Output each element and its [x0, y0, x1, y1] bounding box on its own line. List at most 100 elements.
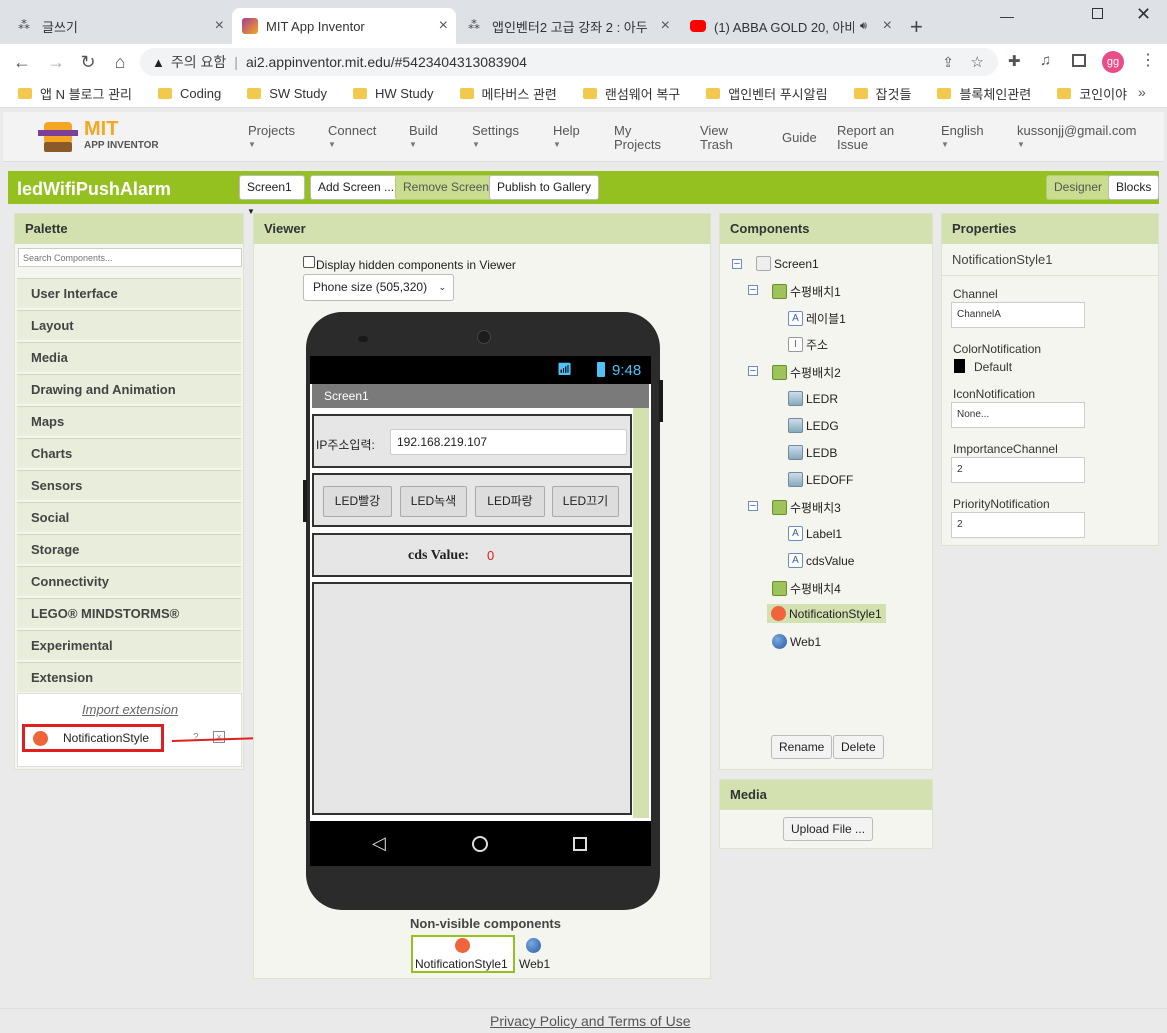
home-button[interactable]: ⌂: [108, 50, 132, 74]
priority-notification-input[interactable]: 2: [951, 512, 1085, 538]
close-icon[interactable]: ×: [661, 17, 670, 35]
tree-node[interactable]: LEDB: [788, 445, 837, 460]
maximize-button[interactable]: [1092, 8, 1103, 19]
tree-node[interactable]: A 레이블1: [788, 310, 846, 327]
tree-node[interactable]: 수평배치2: [772, 364, 841, 381]
led-green-button[interactable]: LED녹색: [400, 486, 467, 517]
bookmark-folder[interactable]: 잡것들: [853, 84, 911, 103]
ip-address-input[interactable]: 192.168.219.107: [390, 429, 627, 455]
color-notification-value[interactable]: Default: [974, 360, 1012, 374]
menu-connect[interactable]: Connect ▼: [328, 124, 376, 152]
search-components-input[interactable]: [18, 248, 242, 267]
menu-account[interactable]: kussonjj@gmail.com ▼: [1017, 124, 1136, 152]
led-off-button[interactable]: LED끄기: [552, 486, 619, 517]
upload-file-button[interactable]: Upload File ...: [783, 817, 874, 841]
delete-button[interactable]: Delete: [833, 735, 884, 759]
bookmark-folder[interactable]: 랜섬웨어 복구: [582, 84, 680, 103]
publish-button[interactable]: Publish to Gallery: [489, 175, 600, 200]
collapse-icon[interactable]: −: [748, 285, 758, 296]
bookmark-folder[interactable]: HW Study: [352, 86, 434, 101]
hidden-components-checkbox[interactable]: [303, 256, 315, 268]
menu-help[interactable]: Help ▼: [553, 124, 580, 152]
bookmark-folder[interactable]: 블록체인관련: [937, 84, 1031, 103]
horizontal-arrangement-3[interactable]: [312, 533, 632, 577]
close-icon[interactable]: ×: [883, 17, 892, 35]
tree-node[interactable]: LEDOFF: [788, 472, 853, 487]
blocks-button[interactable]: Blocks: [1108, 175, 1160, 200]
reload-button[interactable]: ↻: [76, 50, 100, 74]
bookmarks-overflow-icon[interactable]: »: [1138, 84, 1146, 100]
forward-button[interactable]: →: [44, 50, 68, 74]
tab-blog[interactable]: ⁂ 글쓰기 ×: [8, 8, 232, 44]
scrollbar[interactable]: [633, 408, 649, 818]
bookmark-folder[interactable]: 메타버스 관련: [459, 84, 557, 103]
sidebar-icon[interactable]: [1072, 54, 1086, 67]
collapse-icon[interactable]: −: [748, 501, 758, 512]
palette-category[interactable]: Drawing and Animation: [17, 374, 241, 404]
bookmark-folder[interactable]: 앱 N 블로그 관리: [18, 84, 132, 103]
nonvisible-label[interactable]: Web1: [519, 957, 550, 971]
palette-category[interactable]: Maps: [17, 406, 241, 436]
rename-button[interactable]: Rename: [771, 735, 833, 759]
web-icon[interactable]: [526, 938, 541, 953]
media-control-icon[interactable]: ♫: [1040, 52, 1051, 69]
speaker-icon[interactable]: 🔊︎: [860, 20, 867, 33]
menu-guide[interactable]: Guide: [782, 131, 817, 145]
palette-category[interactable]: Social: [17, 502, 241, 532]
tab-app-inventor[interactable]: MIT App Inventor ×: [232, 8, 456, 44]
import-extension-link[interactable]: Import extension: [82, 702, 178, 717]
tree-node[interactable]: LEDG: [788, 418, 839, 433]
menu-build[interactable]: Build ▼: [409, 124, 438, 152]
channel-input[interactable]: ChannelA: [951, 302, 1085, 328]
led-blue-button[interactable]: LED파랑: [475, 486, 545, 517]
notificationstyle-extension-item[interactable]: NotificationStyle: [22, 724, 164, 752]
menu-settings[interactable]: Settings ▼: [472, 124, 519, 152]
bookmark-folder[interactable]: SW Study: [247, 86, 327, 101]
tree-node[interactable]: 수평배치4: [772, 580, 841, 597]
importance-channel-input[interactable]: 2: [951, 457, 1085, 483]
add-screen-button[interactable]: Add Screen ...: [310, 175, 403, 200]
new-tab-button[interactable]: +: [910, 14, 923, 40]
home-nav-icon[interactable]: [472, 836, 488, 852]
palette-category[interactable]: Experimental: [17, 630, 241, 660]
close-icon[interactable]: ×: [215, 17, 224, 35]
tree-node[interactable]: A Label1: [788, 526, 842, 541]
avatar[interactable]: gg: [1102, 51, 1124, 73]
horizontal-arrangement-4[interactable]: [312, 582, 632, 815]
icon-notification-input[interactable]: None...: [951, 402, 1085, 428]
led-red-button[interactable]: LED빨강: [323, 486, 392, 517]
bookmark-folder[interactable]: 코인이야: [1057, 84, 1127, 103]
collapse-icon[interactable]: −: [748, 366, 758, 377]
collapse-icon[interactable]: −: [732, 259, 742, 270]
screen-select-button[interactable]: Screen1 ▼: [239, 175, 305, 216]
back-button[interactable]: ←: [10, 50, 34, 74]
close-icon[interactable]: ×: [439, 17, 448, 35]
star-icon[interactable]: ☆: [971, 53, 984, 71]
remove-screen-button[interactable]: Remove Screen: [395, 175, 498, 200]
designer-button[interactable]: Designer: [1046, 175, 1111, 200]
back-nav-icon[interactable]: ◁: [372, 833, 386, 854]
menu-language[interactable]: English ▼: [941, 124, 984, 152]
app-inventor-logo-icon[interactable]: [38, 118, 80, 154]
palette-category[interactable]: LEGO® MINDSTORMS®: [17, 598, 241, 628]
tree-node[interactable]: AcdsValue: [788, 553, 854, 568]
palette-category[interactable]: Connectivity: [17, 566, 241, 596]
tab-course[interactable]: ⁂ 앱인벤터2 고급 강좌 2 : 아두 ×: [458, 8, 678, 44]
palette-category[interactable]: Extension: [17, 662, 241, 692]
bookmark-folder[interactable]: Coding: [157, 86, 221, 101]
minimize-button[interactable]: —: [1000, 8, 1014, 24]
recents-nav-icon[interactable]: [573, 837, 587, 851]
palette-category[interactable]: Layout: [17, 310, 241, 340]
extensions-icon[interactable]: ✚: [1008, 52, 1021, 70]
tab-youtube[interactable]: (1) ABBA GOLD 20, 아바 🔊︎ ×: [680, 8, 900, 44]
address-bar[interactable]: ▲ 주의 요함 | ai2.appinventor.mit.edu/#54234…: [140, 48, 998, 76]
more-menu-icon[interactable]: ⋮: [1140, 50, 1156, 70]
bookmark-folder[interactable]: 앱인벤터 푸시알림: [706, 84, 828, 103]
tree-node-screen1[interactable]: Screen1: [756, 256, 819, 271]
palette-category[interactable]: Charts: [17, 438, 241, 468]
palette-category[interactable]: Sensors: [17, 470, 241, 500]
tree-node[interactable]: 수평배치1: [772, 283, 841, 300]
tree-node[interactable]: I 주소: [788, 336, 828, 353]
palette-category[interactable]: Media: [17, 342, 241, 372]
menu-my-projects[interactable]: My Projects: [614, 124, 664, 152]
